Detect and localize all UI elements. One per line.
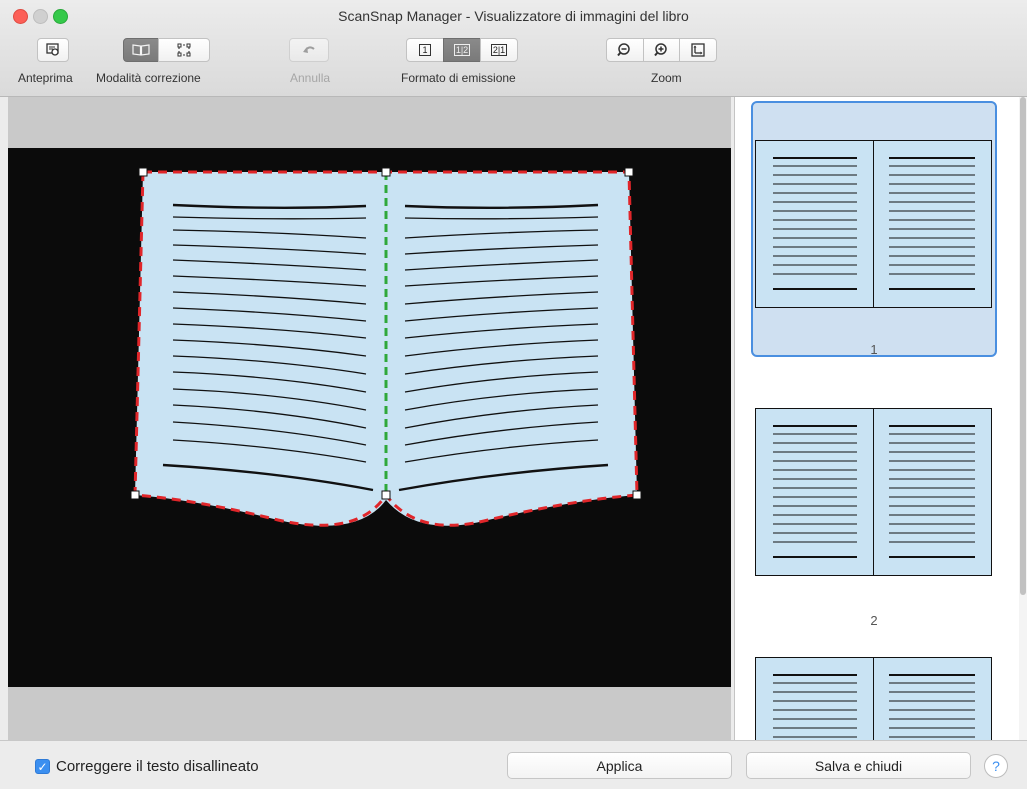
undo-button[interactable] — [289, 38, 329, 62]
preview-icon — [46, 43, 59, 56]
thumbnail-scrollbar-thumb[interactable] — [1020, 97, 1026, 595]
apply-button[interactable]: Applica — [507, 752, 732, 779]
thumbnail-2-image — [755, 408, 992, 576]
output-format-left-right[interactable]: 1|2 — [443, 38, 481, 62]
help-button[interactable]: ? — [984, 754, 1008, 778]
thumbnail-item-3[interactable] — [751, 650, 997, 740]
book-correction-preview — [130, 167, 642, 527]
crop-points-icon — [177, 43, 191, 57]
deskew-text-checkbox[interactable]: ✓ — [35, 759, 50, 774]
checkmark-icon: ✓ — [37, 759, 48, 774]
two-page-reverse-icon: 2|1 — [490, 44, 508, 56]
single-page-icon: 1 — [419, 44, 431, 56]
output-format-single[interactable]: 1 — [406, 38, 444, 62]
zoom-out-icon — [617, 43, 630, 57]
zoom-in-button[interactable] — [643, 38, 680, 62]
fit-to-page-button[interactable] — [679, 38, 717, 62]
thumbnail-1-number: 1 — [870, 342, 878, 357]
book-image-canvas[interactable] — [8, 148, 731, 687]
window-title: ScanSnap Manager - Visualizzatore di imm… — [338, 8, 689, 24]
zoom-out-button[interactable] — [606, 38, 644, 62]
deskew-text-label[interactable]: Correggere il testo disallineato — [56, 758, 259, 775]
preview-label: Anteprima — [18, 71, 73, 85]
open-book-icon — [132, 44, 150, 56]
undo-arrow-icon — [303, 46, 315, 53]
crop-mode-button[interactable] — [158, 38, 210, 62]
zoom-in-icon — [653, 43, 667, 57]
undo-label: Annulla — [290, 71, 331, 85]
output-format-label: Formato di emissione — [401, 71, 516, 85]
thumbnail-3-image — [755, 657, 992, 740]
output-format-right-left[interactable]: 2|1 — [480, 38, 518, 62]
preview-button[interactable] — [37, 38, 69, 62]
save-and-close-button[interactable]: Salva e chiudi — [746, 752, 971, 779]
fit-to-page-icon — [691, 43, 705, 57]
zoom-label: Zoom — [651, 71, 682, 85]
thumbnail-1-image — [755, 140, 992, 308]
correction-mode-label: Modalità correzione — [96, 71, 201, 85]
thumbnail-2-number: 2 — [870, 613, 878, 628]
two-page-icon: 1|2 — [453, 44, 471, 56]
book-mode-button[interactable] — [123, 38, 159, 62]
